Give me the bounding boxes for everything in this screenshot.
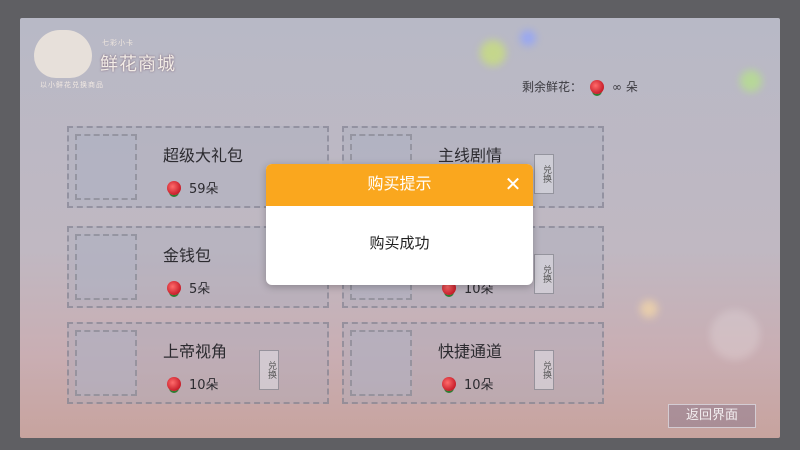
item-name: 金钱包 (163, 246, 212, 265)
exchange-button[interactable]: 兑换 (534, 350, 554, 390)
item-price-value: 10朵 (189, 378, 219, 393)
purchase-dialog: 购买提示 ✕ 购买成功 (266, 164, 533, 285)
remaining-flowers: 剩余鲜花： ∞ 朵 (522, 78, 638, 95)
item-price: 59朵 (167, 178, 219, 197)
shop-item-card[interactable]: 快捷通道 10朵 兑换 (342, 322, 604, 404)
item-price: 10朵 (442, 374, 494, 393)
remaining-label: 剩余鲜花： (522, 80, 583, 94)
sparkle-decoration (740, 70, 762, 92)
item-name: 超级大礼包 (163, 146, 244, 165)
shop-logo: 七彩小卡 鲜花商城 以小鲜花兑换商品 (34, 30, 194, 96)
sparkle-decoration (480, 40, 506, 66)
dialog-header: 购买提示 ✕ (266, 164, 533, 206)
rose-icon (167, 180, 181, 195)
remaining-value: ∞ 朵 (612, 80, 638, 94)
item-price: 10朵 (167, 374, 219, 393)
logo-tagline: 七彩小卡 (102, 39, 134, 47)
item-name: 快捷通道 (438, 342, 503, 361)
item-price-value: 59朵 (189, 182, 219, 197)
exchange-button[interactable]: 兑换 (534, 154, 554, 194)
sparkle-decoration (520, 30, 536, 46)
exchange-button[interactable]: 兑换 (534, 254, 554, 294)
item-price: 5朵 (167, 278, 210, 297)
shop-subtitle: 以小鲜花兑换商品 (40, 81, 104, 89)
shop-title: 鲜花商城 (100, 54, 176, 75)
shop-item-card[interactable]: 上帝视角 10朵 兑换 (67, 322, 329, 404)
back-button[interactable]: 返回界面 (668, 404, 756, 428)
close-icon[interactable]: ✕ (501, 172, 525, 196)
exchange-button[interactable]: 兑换 (259, 350, 279, 390)
rose-icon (167, 280, 181, 295)
item-name: 上帝视角 (163, 342, 228, 361)
dog-mascot-icon (34, 30, 92, 78)
dialog-message: 购买成功 (369, 234, 430, 252)
item-thumbnail (350, 330, 412, 396)
rose-icon (442, 376, 456, 391)
item-price-value: 5朵 (189, 282, 211, 297)
item-price-value: 10朵 (464, 378, 494, 393)
item-thumbnail (75, 234, 137, 300)
item-thumbnail (75, 134, 137, 200)
item-thumbnail (75, 330, 137, 396)
sparkle-decoration (710, 310, 760, 360)
rose-icon (167, 376, 181, 391)
item-name: 主线剧情 (438, 146, 503, 165)
dialog-title: 购买提示 (367, 174, 432, 193)
rose-icon (590, 79, 605, 94)
sparkle-decoration (640, 300, 658, 318)
